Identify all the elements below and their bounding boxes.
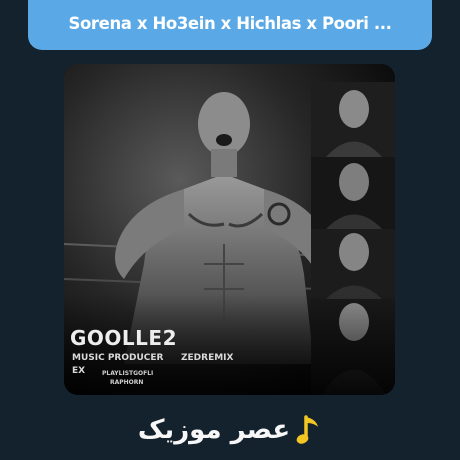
track-title: Sorena x Ho3ein x Hichlas x Poori ... [68, 14, 392, 33]
credit-producer-label: MUSIC PRODUCER [72, 353, 164, 363]
album-title: GOOLLE2 [70, 326, 177, 350]
music-note-icon [296, 415, 319, 444]
credit-ex-label: EX [72, 366, 86, 376]
credit-playlist: PLAYLISTGOFLI [102, 370, 154, 377]
brand-logo: عصر موزیک [0, 412, 460, 448]
brand-name: عصر موزیک [137, 415, 291, 445]
credit-producer-name: ZEDREMIX [181, 353, 234, 363]
title-bar: Sorena x Ho3ein x Hichlas x Poori ... [28, 0, 432, 50]
credit-raphorn: RAPHORN [110, 379, 144, 386]
album-cover: GOOLLE2 MUSIC PRODUCER ZEDREMIX EX PLAYL… [64, 64, 395, 395]
